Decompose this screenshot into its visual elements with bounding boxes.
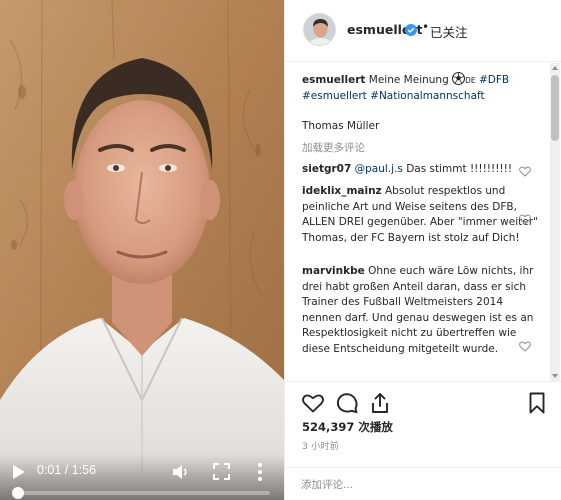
fullscreen-icon[interactable] [213, 463, 230, 480]
more-vertical-icon[interactable] [256, 462, 264, 482]
video-progress-thumb[interactable] [12, 487, 25, 499]
caption: esmuellert Meine Meinung DE #DFB #esmuel… [302, 72, 538, 104]
follow-status-button[interactable]: 已关注 [430, 22, 468, 41]
bookmark-icon[interactable] [525, 391, 549, 415]
view-count: 524,397 次播放 [302, 420, 393, 434]
heart-icon[interactable] [301, 391, 325, 415]
comment-item: marvinkbe Ohne euch wäre Löw nichts, ihr… [302, 264, 538, 357]
comment-text: Das stimmt !!!!!!!!!! [402, 163, 513, 175]
share-icon[interactable] [368, 391, 392, 415]
comment-text: Ohne euch wäre Löw nichts, ihr drei habt… [302, 265, 534, 355]
play-icon[interactable] [12, 464, 26, 480]
video-controls-bar: 0:01 / 1:56 [0, 454, 284, 500]
post-header: esmuellert • 已关注 [285, 0, 561, 62]
caption-username[interactable]: esmuellert [302, 74, 365, 86]
header-dot-separator: • [422, 20, 430, 34]
comment-like-heart-icon[interactable] [519, 341, 531, 352]
avatar-image [304, 14, 335, 45]
volume-icon[interactable] [171, 462, 191, 482]
hashtag-nationalmannschaft[interactable]: #Nationalmannschaft [370, 90, 485, 102]
load-more-comments-link[interactable]: 加载更多评论 [302, 140, 365, 155]
comment-item: sietgr07 @paul.j.s Das stimmt !!!!!!!!!! [302, 162, 538, 178]
caption-text: Meine Meinung [368, 74, 453, 86]
comment-bubble-icon[interactable] [335, 391, 359, 415]
scroll-up-arrow-icon[interactable] [552, 66, 558, 70]
comment-username[interactable]: sietgr07 [302, 163, 351, 175]
soccer-ball-icon [452, 72, 466, 85]
video-progress-bar[interactable] [12, 487, 270, 499]
comment-mention[interactable]: @paul.j.s [355, 163, 403, 175]
caption-signature: Thomas Müller [302, 120, 380, 132]
comments-section[interactable]: esmuellert Meine Meinung DE #DFB #esmuel… [285, 63, 561, 381]
comment-username[interactable]: marvinkbe [302, 265, 365, 277]
video-time-display: 0:01 / 1:56 [37, 463, 97, 477]
video-frame[interactable] [0, 0, 284, 500]
scrollbar-thumb[interactable] [551, 75, 559, 141]
flag-label: DE [465, 76, 476, 85]
video-player[interactable]: 0:01 / 1:56 [0, 0, 284, 500]
scroll-down-arrow-icon[interactable] [552, 374, 558, 378]
add-comment-input[interactable] [301, 475, 541, 495]
comment-username[interactable]: ideklix_mainz [302, 185, 382, 197]
comment-like-heart-icon[interactable] [519, 214, 531, 225]
comments-scrollbar[interactable] [550, 63, 560, 381]
hashtag-esmuellert[interactable]: #esmuellert [302, 90, 367, 102]
add-comment-area [285, 467, 561, 500]
post-actions: 524,397 次播放 3 小时前 [285, 381, 561, 467]
avatar[interactable] [303, 13, 336, 46]
comment-like-heart-icon[interactable] [519, 166, 531, 177]
post-timestamp: 3 小时前 [302, 442, 340, 452]
hashtag-dfb[interactable]: #DFB [479, 74, 509, 86]
post-panel: esmuellert • 已关注 esmuellert Meine Meinun… [284, 0, 561, 500]
verified-badge-icon [405, 24, 417, 36]
comment-item: ideklix_mainz Absolut respektlos und pei… [302, 184, 538, 246]
